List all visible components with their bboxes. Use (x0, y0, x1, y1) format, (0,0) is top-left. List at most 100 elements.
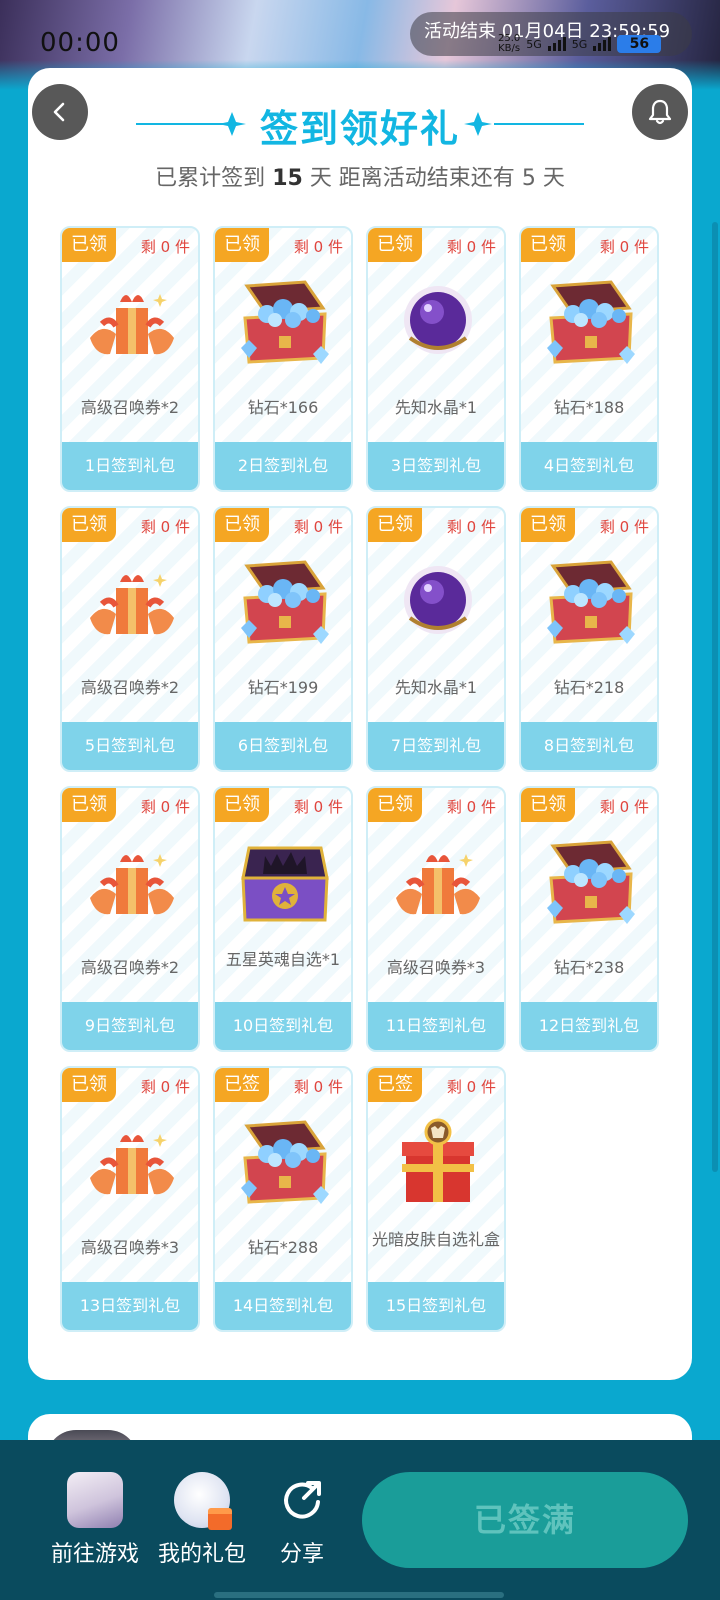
scrollbar[interactable] (712, 222, 718, 1172)
gift-bundle-icon (82, 1118, 182, 1208)
diamond-chest-icon (235, 558, 335, 648)
gift-bundle-icon (82, 558, 182, 648)
remaining-count: 剩 0 件 (293, 518, 343, 536)
signal-icon (547, 37, 566, 51)
claimed-badge: 已领 (62, 508, 116, 542)
gift-day-label: 5日签到礼包 (62, 722, 198, 770)
star-chest-icon (235, 838, 335, 928)
gift-day-label: 8日签到礼包 (521, 722, 657, 770)
gift-card[interactable]: 已领 剩 0 件先知水晶*1 3日签到礼包 (366, 226, 506, 492)
gift-card[interactable]: 已领 剩 0 件先知水晶*1 7日签到礼包 (366, 506, 506, 772)
gift-card[interactable]: 已领 剩 0 件高级召唤券*2 5日签到礼包 (60, 506, 200, 772)
remaining-count: 剩 0 件 (293, 1078, 343, 1096)
claimed-badge: 已领 (368, 508, 422, 542)
title-decoration-right (464, 112, 584, 136)
battery-icon: 56 (617, 35, 662, 53)
sim2-label: 5G (571, 37, 588, 51)
diamond-chest-icon (541, 838, 641, 928)
gift-card[interactable]: 已领 剩 0 件高级召唤券*3 11日签到礼包 (366, 786, 506, 1052)
gift-card[interactable]: 已领 剩 0 件高级召唤券*2 9日签到礼包 (60, 786, 200, 1052)
gift-name: 先知水晶*1 (394, 678, 478, 697)
claimed-badge: 已领 (521, 228, 575, 262)
go-to-game-button[interactable]: 前往游戏 (32, 1472, 158, 1568)
claimed-badge: 已领 (215, 228, 269, 262)
my-gifts-label: 我的礼包 (157, 1542, 246, 1567)
gift-name: 钻石*166 (247, 398, 319, 417)
signal-icon-2 (593, 37, 612, 51)
share-label: 分享 (279, 1542, 324, 1567)
remaining-count: 剩 0 件 (140, 798, 190, 816)
diamond-chest-icon (235, 278, 335, 368)
gift-day-label: 15日签到礼包 (368, 1282, 504, 1330)
remaining-days: 5 (521, 166, 536, 191)
claimed-badge: 已领 (62, 788, 116, 822)
gift-card[interactable]: 已领 剩 0 件钻石*199 6日签到礼包 (213, 506, 353, 772)
gift-day-label: 4日签到礼包 (521, 442, 657, 490)
remaining-count: 剩 0 件 (140, 1078, 190, 1096)
crystal-orb-icon (388, 278, 488, 368)
remaining-count: 剩 0 件 (446, 518, 496, 536)
gift-card[interactable]: 已领 剩 0 件钻石*166 2日签到礼包 (213, 226, 353, 492)
gift-bundle-icon (388, 838, 488, 928)
gift-card[interactable]: 已签 剩 0 件钻石*288 14日签到礼包 (213, 1066, 353, 1332)
gift-day-label: 13日签到礼包 (62, 1282, 198, 1330)
gift-day-label: 10日签到礼包 (215, 1002, 351, 1050)
status-indicators: 25.0 KB/s 5G 5G 56 (498, 34, 662, 54)
share-button[interactable]: 分享 (272, 1472, 332, 1568)
remaining-count: 剩 0 件 (446, 798, 496, 816)
remaining-count: 剩 0 件 (599, 518, 649, 536)
remaining-count: 剩 0 件 (446, 238, 496, 256)
gift-card[interactable]: 已领 剩 0 件高级召唤券*2 1日签到礼包 (60, 226, 200, 492)
checkin-full-button[interactable]: 已签满 (362, 1472, 688, 1568)
gift-bundle-icon (82, 838, 182, 928)
gift-name: 钻石*288 (247, 1238, 319, 1257)
remaining-count: 剩 0 件 (446, 1078, 496, 1096)
gift-day-label: 3日签到礼包 (368, 442, 504, 490)
gift-card[interactable]: 已领 剩 0 件高级召唤券*3 13日签到礼包 (60, 1066, 200, 1332)
status-time: 00:00 (40, 28, 120, 58)
claimed-badge: 已领 (368, 788, 422, 822)
gift-card[interactable]: 已领 剩 0 件钻石*238 12日签到礼包 (519, 786, 659, 1052)
gift-grid: 已领剩 0 件高级召唤券*2 1日签到礼包 已领剩 0 件钻石*166 2日签到礼包已… (60, 226, 660, 1332)
gift-day-label: 2日签到礼包 (215, 442, 351, 490)
sim1-label: 5G (526, 37, 542, 51)
gift-card[interactable]: 已领 剩 0 件钻石*188 4日签到礼包 (519, 226, 659, 492)
gift-name: 先知水晶*1 (394, 398, 478, 417)
checkin-summary: 已累计签到 15 天 距离活动结束还有 5 天 (155, 166, 565, 191)
gift-name: 五星英魂自选*1 (225, 950, 341, 969)
signed-days: 15 (272, 166, 303, 191)
game-avatar-icon (67, 1472, 123, 1528)
claimed-badge: 已领 (62, 1068, 116, 1102)
diamond-chest-icon (235, 1118, 335, 1208)
gift-name: 高级召唤券*3 (80, 1238, 180, 1257)
remaining-count: 剩 0 件 (140, 518, 190, 536)
gift-name: 高级召唤券*2 (80, 398, 180, 417)
gift-name: 高级召唤券*2 (80, 958, 180, 977)
claimed-badge: 已签 (215, 1068, 269, 1102)
claimed-badge: 已领 (215, 788, 269, 822)
claimed-badge: 已领 (521, 788, 575, 822)
gift-card[interactable]: 已领 剩 0 件钻石*218 8日签到礼包 (519, 506, 659, 772)
claimed-badge: 已领 (215, 508, 269, 542)
home-indicator[interactable] (214, 1592, 504, 1598)
gift-day-label: 9日签到礼包 (62, 1002, 198, 1050)
remaining-count: 剩 0 件 (599, 798, 649, 816)
diamond-chest-icon (541, 278, 641, 368)
gift-name: 钻石*188 (553, 398, 625, 417)
crystal-orb-icon (388, 558, 488, 648)
my-gifts-button[interactable]: 我的礼包 (152, 1472, 252, 1568)
gift-card[interactable]: 已签 剩 0 件光暗皮肤自选礼盒 15日签到礼包 (366, 1066, 506, 1332)
gift-name: 光暗皮肤自选礼盒 (372, 1230, 501, 1249)
gift-name: 高级召唤券*2 (80, 678, 180, 697)
go-to-game-label: 前往游戏 (50, 1542, 139, 1567)
gift-day-label: 6日签到礼包 (215, 722, 351, 770)
claimed-badge: 已领 (368, 228, 422, 262)
gift-day-label: 14日签到礼包 (215, 1282, 351, 1330)
gift-card[interactable]: 已领 剩 0 件五星英魂自选*1 10日签到礼包 (213, 786, 353, 1052)
remaining-count: 剩 0 件 (293, 238, 343, 256)
remaining-count: 剩 0 件 (140, 238, 190, 256)
gift-day-label: 12日签到礼包 (521, 1002, 657, 1050)
my-gifts-icon (174, 1472, 232, 1530)
claimed-badge: 已领 (62, 228, 116, 262)
red-gift-box-icon (388, 1118, 488, 1208)
